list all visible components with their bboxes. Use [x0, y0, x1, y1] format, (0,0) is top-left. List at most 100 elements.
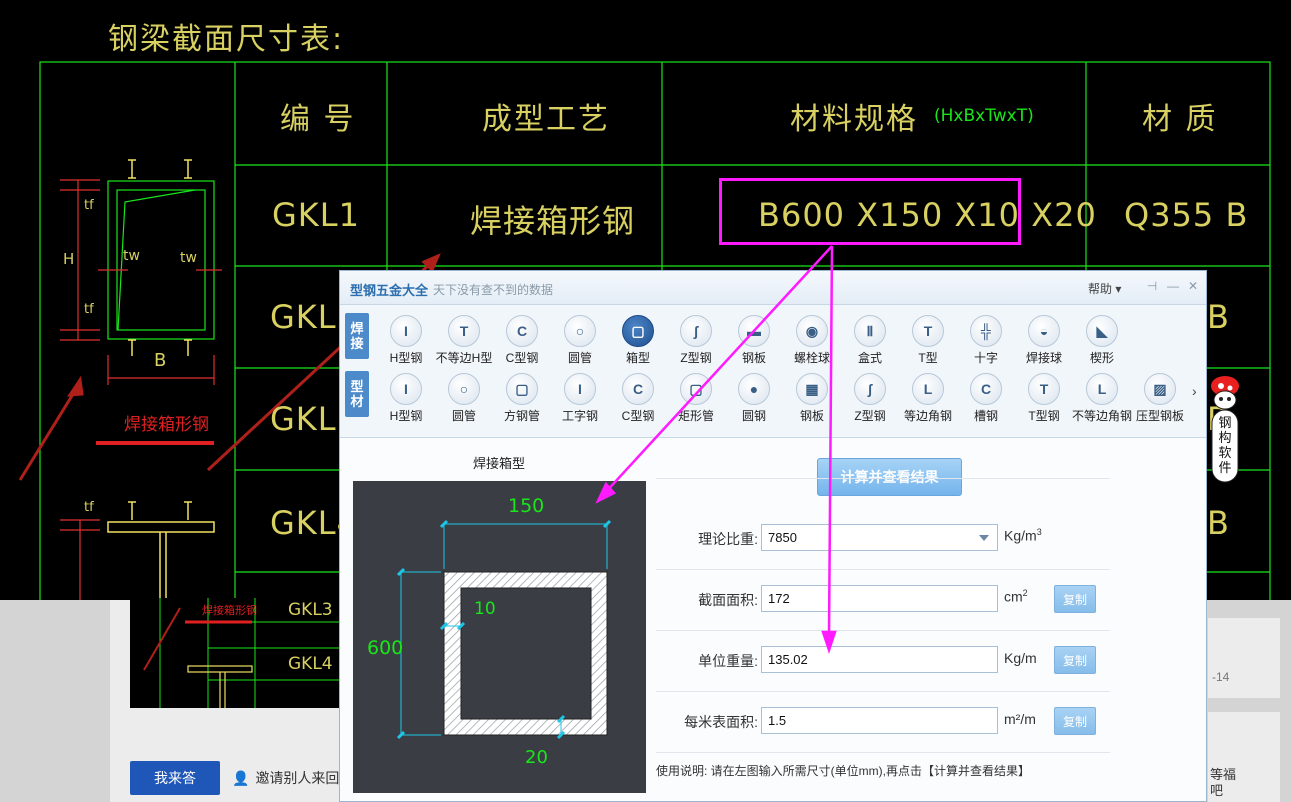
answer-button[interactable]: 我来答	[130, 761, 220, 795]
profile-tool-13[interactable]: ▨ 压型钢板	[1131, 371, 1189, 427]
cad-dim-tf-tsec: tf	[84, 500, 94, 515]
steel-calculator-window: 型钢五金大全 天下没有查不到的数据 帮助 ▾ ⊣ — ✕ 焊 接 型 材 I H型…	[339, 270, 1207, 802]
side-text-2[interactable]: 吧	[1210, 780, 1223, 799]
density-value: 7850	[768, 530, 797, 545]
weld-tool-icon: I	[390, 315, 422, 347]
invite-link[interactable]: 👤 邀请别人来回	[232, 768, 339, 788]
chevron-down-icon	[979, 535, 989, 541]
mascot-text: 钢构软件	[1218, 416, 1232, 476]
profile-tool-icon: ▦	[796, 373, 828, 405]
profile-tool-7[interactable]: ▦ 钢板	[783, 371, 841, 427]
weight-label: 单位重量:	[698, 653, 758, 669]
profile-tool-icon: L	[1086, 373, 1118, 405]
profile-tool-icon: I	[390, 373, 422, 405]
box-section-diagram[interactable]: 150 600 10 20	[353, 481, 646, 793]
cad-row1-process: 焊接箱形钢	[470, 202, 636, 240]
help-menu[interactable]: 帮助 ▾	[1088, 280, 1121, 297]
copy-area-button[interactable]: 复制	[1054, 585, 1096, 613]
area-field[interactable]: 172	[761, 585, 998, 612]
scroll-right-icon[interactable]: ›	[1192, 383, 1197, 399]
copy-surface-button[interactable]: 复制	[1054, 707, 1096, 735]
dim-flange-label[interactable]: 20	[525, 747, 548, 768]
surface-field[interactable]: 1.5	[761, 707, 998, 734]
density-unit: Kg/m3	[1004, 527, 1042, 544]
profile-tool-1[interactable]: ○ 圆管	[435, 371, 493, 427]
weld-tool-label: 楔形	[1089, 351, 1114, 365]
weld-tool-12[interactable]: ◣ 楔形	[1073, 313, 1131, 369]
spec-highlight-box	[719, 178, 1021, 245]
profile-tool-8[interactable]: ʃ Z型钢	[841, 371, 899, 427]
profile-tool-2[interactable]: ▢ 方钢管	[493, 371, 551, 427]
cad-dim-tf-bottom: tf	[84, 302, 94, 317]
weld-tool-6[interactable]: ▬ 钢板	[725, 313, 783, 369]
app-slogan: 天下没有查不到的数据	[433, 283, 554, 297]
area-label: 截面面积:	[698, 592, 758, 608]
weight-field[interactable]: 135.02	[761, 646, 998, 673]
cad-dim-tw-left: tw	[123, 248, 140, 264]
weld-tool-0[interactable]: I H型钢	[377, 313, 435, 369]
cad-dim-h: H	[63, 250, 75, 268]
profile-tool-10[interactable]: C 槽钢	[957, 371, 1015, 427]
density-select[interactable]: 7850	[761, 524, 998, 551]
profile-tool-5[interactable]: ▢ 矩形管	[667, 371, 725, 427]
profile-tool-0[interactable]: I H型钢	[377, 371, 435, 427]
profile-tool-icon: ●	[738, 373, 770, 405]
cad-header-process: 成型工艺	[482, 102, 610, 137]
cad-row1-id: GKL1	[272, 196, 360, 234]
weld-tool-icon: T	[448, 315, 480, 347]
cad-row2-tail: B	[1207, 298, 1230, 336]
pin-icon[interactable]: ⊣	[1145, 279, 1159, 293]
dim-height-label[interactable]: 600	[367, 637, 403, 659]
profile-tool-icon: ʃ	[854, 373, 886, 405]
area-unit: cm2	[1004, 588, 1028, 605]
group-tag-profile: 型 材	[345, 371, 369, 417]
profile-tool-label: 压型钢板	[1135, 409, 1184, 423]
weld-tool-icon: ○	[564, 315, 596, 347]
weld-tool-icon: ╬	[970, 315, 1002, 347]
cad-thumbnail[interactable]: GKL3 GKL4 焊接箱形钢	[130, 598, 342, 708]
cad-header-id: 编 号	[280, 102, 356, 137]
group-tag-weld-2: 接	[350, 336, 364, 351]
weld-tool-9[interactable]: T T型	[899, 313, 957, 369]
profile-tool-icon: ▨	[1144, 373, 1176, 405]
cad-row4-tail: B	[1207, 504, 1230, 542]
close-icon[interactable]: ✕	[1186, 279, 1200, 293]
profile-toolbar: 焊 接 型 材 I H型钢 T 不等边H型 C C型钢 ○ 圆管 ▢ 箱型 ʃ Z型钢 ▬ 钢板 ◉ 螺栓球 Ⅱ…	[340, 305, 1206, 438]
profile-tool-3[interactable]: I 工字钢	[551, 371, 609, 427]
cad-sketch-label: 焊接箱形钢	[124, 415, 209, 435]
weld-tool-7[interactable]: ◉ 螺栓球	[783, 313, 841, 369]
dim-web-label[interactable]: 10	[474, 599, 496, 619]
copy-weight-button[interactable]: 复制	[1054, 646, 1096, 674]
cad-dim-tw-right: tw	[180, 250, 197, 266]
dim-width-label[interactable]: 150	[508, 495, 544, 517]
weld-tool-5[interactable]: ʃ Z型钢	[667, 313, 725, 369]
weld-tool-3[interactable]: ○ 圆管	[551, 313, 609, 369]
usage-instructions: 使用说明: 请在左图输入所需尺寸(单位mm),再点击【计算并查看结果】	[656, 764, 1030, 778]
group-tag-weld-1: 焊	[350, 321, 364, 336]
minimize-icon[interactable]: —	[1166, 279, 1180, 293]
weld-tool-icon: ʃ	[680, 315, 712, 347]
side-card-top	[1208, 618, 1280, 698]
calculate-button[interactable]: 计算并查看结果	[817, 458, 962, 496]
thumb-row-gkl4: GKL4	[288, 654, 333, 674]
area-unit-sup: 2	[1022, 588, 1028, 598]
cad-header-material: 材 质	[1142, 102, 1218, 137]
profile-tool-11[interactable]: T T型钢	[1015, 371, 1073, 427]
weld-tool-1[interactable]: T 不等边H型	[435, 313, 493, 369]
profile-tool-4[interactable]: C C型钢	[609, 371, 667, 427]
profile-tool-icon: C	[622, 373, 654, 405]
profile-tool-9[interactable]: L 等边角钢	[899, 371, 957, 427]
weld-tool-10[interactable]: ╬ 十字	[957, 313, 1015, 369]
weld-tool-8[interactable]: Ⅱ 盒式	[841, 313, 899, 369]
mascot-logo[interactable]: 钢构软件	[1205, 372, 1245, 484]
weld-tool-2[interactable]: C C型钢	[493, 313, 551, 369]
title-bar[interactable]: 型钢五金大全 天下没有查不到的数据 帮助 ▾ ⊣ — ✕	[340, 271, 1206, 305]
weld-tool-11[interactable]: ◒ 焊接球	[1015, 313, 1073, 369]
user-icon: 👤	[232, 770, 250, 786]
profile-tool-icon: ▢	[680, 373, 712, 405]
profile-tool-6[interactable]: ● 圆钢	[725, 371, 783, 427]
invite-label: 邀请别人来回	[255, 770, 340, 786]
area-unit-text: cm	[1004, 588, 1023, 605]
weld-tool-4[interactable]: ▢ 箱型	[609, 313, 667, 369]
profile-tool-12[interactable]: L 不等边角钢	[1072, 371, 1132, 427]
